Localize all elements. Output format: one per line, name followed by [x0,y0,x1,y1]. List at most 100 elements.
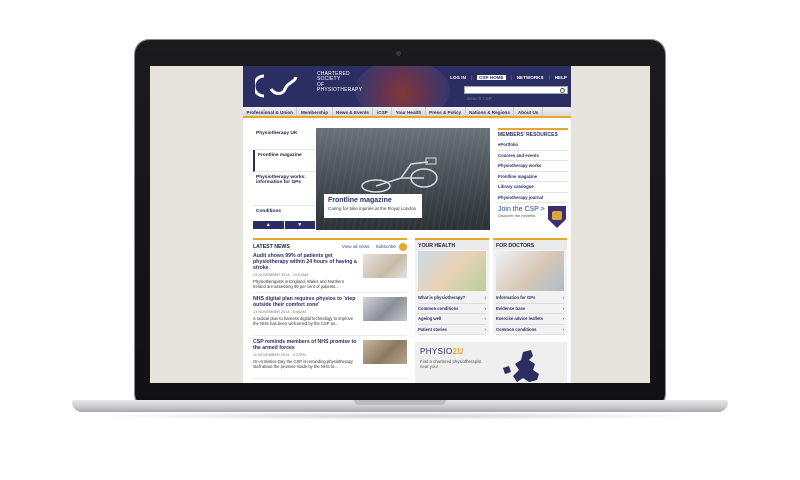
separator: | [548,75,550,80]
resource-link[interactable]: ePortfolio [498,140,568,151]
health-link-label: Ageing well [418,316,442,321]
search-input[interactable] [465,95,555,102]
help-link[interactable]: HELP [555,75,567,80]
search-icon[interactable] [560,88,565,93]
networks-link[interactable]: NETWORKS [517,75,544,80]
chevron-right-icon: › [484,316,486,321]
view-all-news-link[interactable]: View all news [342,244,370,249]
article-text: On Armistice Day the CSP is reminding ph… [253,359,354,369]
for-doctors-panel: FOR DOCTORS Information for GPs › Evidenc… [493,238,567,335]
doctor-link[interactable]: Common conditions › [496,325,564,335]
logo-line: PHYSIOTHERAPY [317,87,363,94]
chevron-right-icon: › [562,295,564,300]
nav-about-us[interactable]: About Us [514,107,543,116]
chevron-right-icon: › [484,326,486,332]
article-title[interactable]: CSP reminds members of NHS promise to th… [253,339,357,351]
resource-link[interactable]: Physiotherapy journal [498,193,568,203]
top-links: LOG IN | CSP HOME | NETWORKS | HELP [450,75,567,80]
article-image[interactable] [363,340,407,364]
resource-link[interactable]: Library catalogue [498,182,568,193]
doctor-link-label: Exercise advice leaflets [496,316,544,321]
nav-professional-union[interactable]: Professional & Union [243,107,298,116]
news-article: NHS digital plan requires physios to 'st… [253,293,407,336]
article-image[interactable] [363,254,407,278]
hero-title[interactable]: Frontline magazine [328,197,418,204]
search-box [464,86,568,102]
laptop-shadow [90,412,710,420]
physio2u-title: PHYSIO2U [420,347,464,356]
main-nav: Professional & Union Membership News & E… [243,107,571,118]
resource-link[interactable]: Physiotherapy works [498,161,568,172]
logo-text: CHARTERED SOCIETY OF PHYSIOTHERAPY [317,71,363,94]
chevron-right-icon: › [484,295,486,300]
doctor-image[interactable] [496,251,564,291]
join-csp[interactable]: Join the CSP > Discover the benefits [498,206,568,228]
physio2u-title-b: 2U [452,347,464,356]
carousel-list: Physiotherapy UK Frontline magazine Phys… [253,128,315,230]
separator: | [510,75,512,80]
header-crest-image [355,66,450,107]
health-link[interactable]: Common conditions › [418,304,486,314]
laptop-notch [354,400,446,405]
nav-news-events[interactable]: News & Events [333,107,374,116]
article-text: Physiotherapists in England, Wales and N… [253,279,345,289]
chevron-right-icon: › [484,305,486,311]
hero-caption: Frontline magazine Caring for bike injur… [324,194,422,218]
carousel-item[interactable]: Physiotherapy UK [253,128,315,150]
camera-icon [396,51,401,56]
chevron-right-icon: › [562,326,564,332]
panel-title: FOR DOCTORS [493,238,567,250]
resource-link[interactable]: Courses and events [498,151,568,161]
doctor-link[interactable]: Exercise advice leaflets › [496,314,564,325]
article-title[interactable]: Audit shows 99% of patients get physioth… [253,253,357,271]
site-header: CHARTERED SOCIETY OF PHYSIOTHERAPY LOG I… [243,66,571,107]
carousel-item[interactable]: Physiotherapy works: information for GPs [253,172,315,206]
nav-nations-regions[interactable]: Nations & Regions [466,107,515,116]
your-health-panel: YOUR HEALTH What is physiotherapy? › Comm… [415,238,489,335]
news-article: CSP reminds members of NHS promise to th… [253,336,407,379]
health-link-label: What is physiotherapy? [418,295,466,300]
physio2u-title-a: PHYSIO [420,347,453,356]
physio2u-text: Find a chartered physiotherapist near yo… [420,359,482,369]
doctor-link-label: Evidence base [496,305,526,311]
chevron-up-icon[interactable]: ▲ [253,221,284,229]
uk-map-icon [503,350,539,382]
hero-image[interactable]: Frontline magazine Caring for bike injur… [316,128,490,230]
nav-membership[interactable]: Membership [297,107,333,116]
csp-website: CHARTERED SOCIETY OF PHYSIOTHERAPY LOG I… [243,66,571,383]
news-article: Audit shows 99% of patients get physioth… [253,250,407,293]
stage: CHARTERED SOCIETY OF PHYSIOTHERAPY LOG I… [0,0,800,480]
article-title[interactable]: NHS digital plan requires physios to 'st… [253,296,357,308]
nav-press-policy[interactable]: Press & Policy [426,107,466,116]
nav-your-health[interactable]: Your Health [392,107,426,116]
chevron-right-icon: › [562,305,564,311]
doctor-link-label: Information for GPs [496,295,536,300]
crest-icon [548,206,566,228]
login-link[interactable]: LOG IN [450,75,466,80]
nav-icsp[interactable]: iCSP [373,107,393,116]
chevron-down-icon[interactable]: ▼ [284,221,315,229]
csp-logo-icon[interactable] [255,73,299,99]
chevron-right-icon: › [562,316,564,321]
doctor-link[interactable]: Information for GPs › [496,293,564,304]
csp-home-link[interactable]: CSP HOME [477,75,506,80]
hero-subtitle: Caring for bike injuries at the Royal Lo… [328,206,417,211]
latest-news: LATEST NEWS View all news Subscribe Audi… [253,238,407,383]
health-link[interactable]: What is physiotherapy? › [418,293,486,304]
health-link[interactable]: Patient stories › [418,325,486,335]
resources-title: MEMBERS' RESOURCES [498,128,568,140]
health-link[interactable]: Ageing well › [418,314,486,325]
family-image[interactable] [418,251,486,291]
article-image[interactable] [363,297,407,321]
carousel-item-active[interactable]: Frontline magazine [253,150,315,172]
physio2u-banner[interactable]: PHYSIO2U Find a chartered physiotherapis… [415,342,567,383]
bicycle-icon [361,157,438,193]
health-link-label: Common conditions [418,305,459,311]
resource-link[interactable]: Frontline magazine [498,172,568,182]
panel-title: YOUR HEALTH [415,238,489,250]
article-text: A radical plan to harness digital techno… [253,316,354,326]
carousel-arrows: ▲ ▼ [253,221,315,229]
separator: | [470,75,473,80]
subscribe-link[interactable]: Subscribe [376,244,396,249]
doctor-link[interactable]: Evidence base › [496,304,564,314]
